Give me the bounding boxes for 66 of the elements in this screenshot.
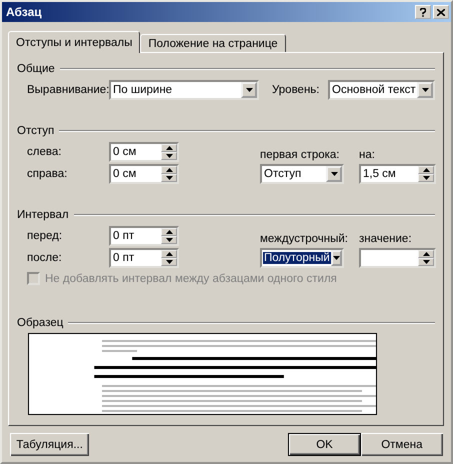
spin-field[interactable]: 0 см bbox=[109, 142, 179, 162]
spin-down-button[interactable] bbox=[161, 236, 177, 244]
down-triangle-icon bbox=[166, 260, 172, 264]
close-button[interactable] bbox=[433, 5, 449, 19]
dropdown[interactable]: По ширине bbox=[109, 80, 259, 100]
close-icon bbox=[437, 8, 445, 16]
dropdown[interactable]: Полуторный bbox=[260, 248, 344, 268]
down-triangle-icon bbox=[422, 88, 428, 92]
field-label: первая строка: bbox=[260, 149, 341, 161]
up-triangle-icon bbox=[166, 146, 172, 150]
field-label: значение: bbox=[359, 233, 413, 245]
help-icon bbox=[420, 8, 426, 16]
dialog-button[interactable]: OK bbox=[288, 433, 361, 456]
field-label: после: bbox=[27, 252, 63, 264]
field-label: перед: bbox=[27, 230, 64, 242]
down-triangle-icon bbox=[166, 154, 172, 158]
spin-field[interactable]: 0 см bbox=[109, 164, 179, 184]
group-heading: Общие bbox=[17, 63, 55, 75]
down-triangle-icon bbox=[166, 238, 172, 242]
up-triangle-icon bbox=[422, 252, 430, 256]
down-triangle-icon bbox=[422, 260, 430, 264]
spin-down-button[interactable] bbox=[161, 258, 177, 266]
dropdown-button[interactable] bbox=[330, 250, 342, 266]
up-triangle-icon bbox=[166, 168, 172, 172]
dropdown-button[interactable] bbox=[417, 82, 433, 98]
field-label: слева: bbox=[27, 146, 62, 158]
tab[interactable]: Положение на странице bbox=[140, 34, 286, 52]
spin-field[interactable]: 0 пт bbox=[109, 248, 179, 268]
spin-down-button[interactable] bbox=[161, 152, 177, 160]
up-triangle-icon bbox=[166, 252, 172, 256]
dialog-button[interactable]: Отмена bbox=[360, 433, 443, 456]
down-triangle-icon bbox=[166, 176, 172, 180]
dropdown[interactable]: Отступ bbox=[260, 164, 344, 184]
spin-up-button[interactable] bbox=[161, 166, 177, 174]
spin-down-button[interactable] bbox=[418, 174, 434, 182]
help-button[interactable] bbox=[415, 5, 431, 19]
tab[interactable]: Отступы и интервалы bbox=[8, 31, 140, 53]
up-triangle-icon bbox=[422, 168, 430, 172]
dropdown[interactable]: Основной текст bbox=[328, 80, 435, 100]
spin-field[interactable] bbox=[359, 248, 436, 268]
dropdown-button[interactable] bbox=[326, 166, 342, 182]
spin-field[interactable]: 1,5 см bbox=[359, 164, 436, 184]
field-label: на: bbox=[359, 149, 376, 161]
spin-up-button[interactable] bbox=[418, 166, 434, 174]
group-heading: Образец bbox=[17, 316, 64, 329]
spin-up-button[interactable] bbox=[418, 250, 434, 258]
field-label: Выравнивание: bbox=[27, 84, 109, 96]
field-label: Не добавлять интервал между абзацами одного стиля bbox=[45, 272, 337, 284]
down-triangle-icon bbox=[332, 256, 340, 260]
field-label: Уровень: bbox=[272, 84, 320, 96]
window-title: Абзац bbox=[6, 5, 43, 19]
dialog-button[interactable]: Табуляция... bbox=[10, 433, 90, 456]
group-heading: Отступ bbox=[17, 125, 54, 137]
spin-down-button[interactable] bbox=[418, 258, 434, 266]
spin-up-button[interactable] bbox=[161, 228, 177, 236]
up-triangle-icon bbox=[166, 230, 172, 234]
spin-field[interactable]: 0 пт bbox=[109, 226, 179, 246]
spin-up-button[interactable] bbox=[161, 250, 177, 258]
down-triangle-icon bbox=[330, 172, 338, 176]
down-triangle-icon bbox=[246, 88, 252, 92]
down-triangle-icon bbox=[422, 176, 430, 180]
spin-up-button[interactable] bbox=[161, 144, 177, 152]
group-heading: Интервал bbox=[17, 209, 69, 221]
spin-down-button[interactable] bbox=[161, 174, 177, 182]
dropdown-button[interactable] bbox=[241, 82, 257, 98]
field-label: справа: bbox=[27, 168, 68, 180]
